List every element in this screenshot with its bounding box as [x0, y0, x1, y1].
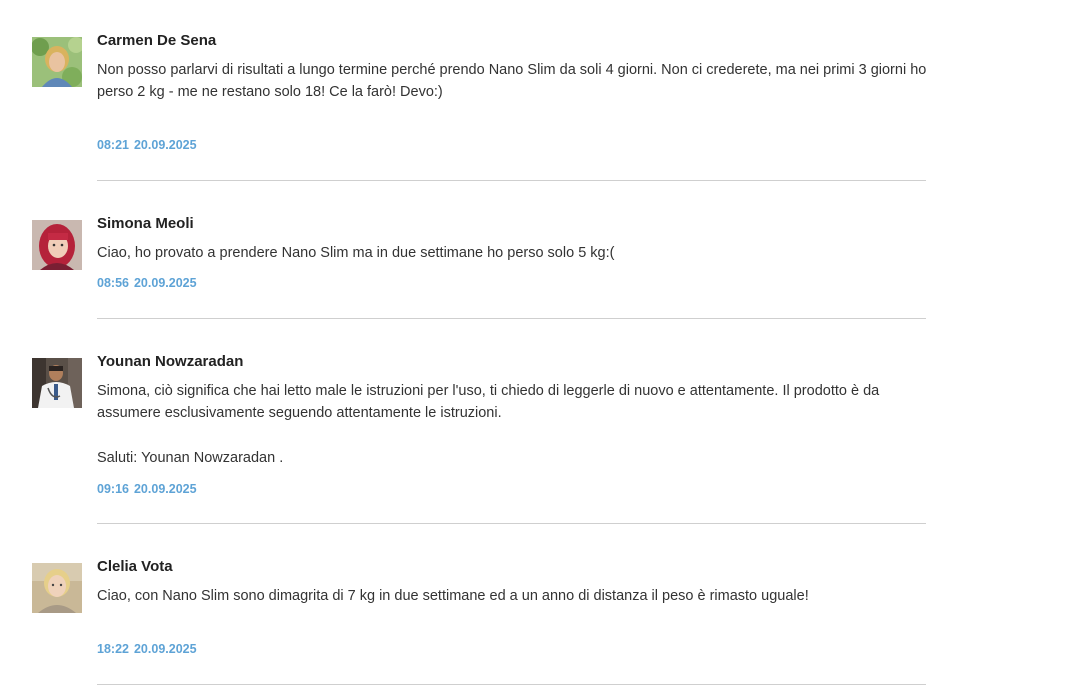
avatar[interactable]	[32, 563, 82, 613]
comment-paragraph: Ciao, ho provato a prendere Nano Slim ma…	[97, 245, 615, 261]
comment-date: 20.09.2025	[133, 276, 197, 290]
doctor-white-coat-avatar-icon	[32, 358, 82, 408]
comment-time: 08:21	[97, 138, 129, 152]
comment-date: 20.09.2025	[133, 482, 197, 496]
comment-timestamp: 18:22 20.09.2025	[97, 642, 197, 656]
comment-divider	[97, 684, 926, 685]
woman-red-hair-avatar-icon	[32, 220, 82, 270]
woman-blonde-outdoor-avatar-icon	[32, 37, 82, 87]
comment-time: 08:56	[97, 276, 129, 290]
comment-text: Simona, ciò significa che hai letto male…	[97, 380, 927, 469]
comment-timestamp: 08:21 20.09.2025	[97, 138, 197, 152]
comment-timestamp: 09:16 20.09.2025	[97, 482, 197, 496]
comment-time: 18:22	[97, 642, 129, 656]
comment-text: Non posso parlarvi di risultati a lungo …	[97, 59, 927, 103]
avatar[interactable]	[32, 220, 82, 270]
comment-timestamp: 08:56 20.09.2025	[97, 276, 197, 290]
comment-author[interactable]: Simona Meoli	[97, 215, 194, 232]
comment-paragraph: Non posso parlarvi di risultati a lungo …	[97, 62, 927, 100]
comment-date: 20.09.2025	[133, 642, 197, 656]
comments-list: Carmen De Sena Non posso parlarvi di ris…	[0, 0, 1083, 697]
comment-paragraph: Saluti: Younan Nowzaradan .	[97, 450, 284, 466]
avatar[interactable]	[32, 358, 82, 408]
comment-text: Ciao, con Nano Slim sono dimagrita di 7 …	[97, 585, 927, 607]
comment-text: Ciao, ho provato a prendere Nano Slim ma…	[97, 242, 927, 264]
comment-author[interactable]: Younan Nowzaradan	[97, 353, 243, 370]
comment-date: 20.09.2025	[133, 138, 197, 152]
comment-divider	[97, 180, 926, 181]
comment-author[interactable]: Carmen De Sena	[97, 32, 216, 49]
comment-author[interactable]: Clelia Vota	[97, 558, 173, 575]
avatar[interactable]	[32, 37, 82, 87]
comment-paragraph: Ciao, con Nano Slim sono dimagrita di 7 …	[97, 588, 809, 604]
comment-paragraph: Simona, ciò significa che hai letto male…	[97, 383, 880, 421]
comment-divider	[97, 318, 926, 319]
comment-time: 09:16	[97, 482, 129, 496]
woman-short-blonde-avatar-icon	[32, 563, 82, 613]
comment-divider	[97, 523, 926, 524]
